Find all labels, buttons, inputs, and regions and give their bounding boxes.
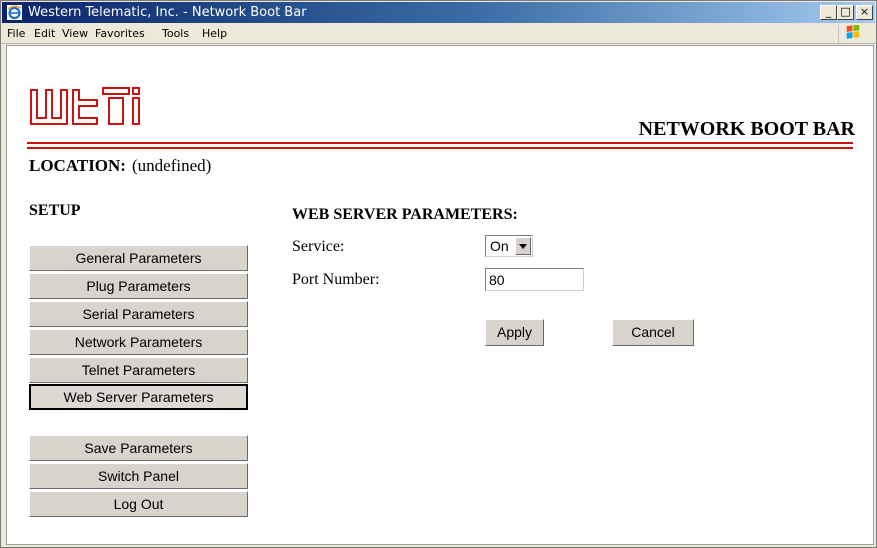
port-number-input[interactable] (485, 268, 584, 291)
header-divider (27, 142, 853, 144)
nav-plug-parameters[interactable]: Plug Parameters (29, 273, 248, 299)
port-number-label: Port Number: (292, 271, 380, 288)
switch-panel-button[interactable]: Switch Panel (29, 463, 248, 489)
service-select-value: On (490, 238, 509, 254)
windows-logo-icon (838, 25, 860, 43)
nav-network-parameters[interactable]: Network Parameters (29, 329, 248, 355)
nav-general-parameters[interactable]: General Parameters (29, 245, 248, 271)
close-button[interactable]: × (856, 5, 873, 20)
service-select[interactable]: On (485, 235, 533, 257)
menu-tools[interactable]: Tools (162, 27, 189, 40)
header-divider (27, 147, 853, 149)
nav-serial-parameters[interactable]: Serial Parameters (29, 301, 248, 327)
save-parameters-button[interactable]: Save Parameters (29, 435, 248, 461)
menu-favorites[interactable]: Favorites (95, 27, 145, 40)
menu-help[interactable]: Help (202, 27, 227, 40)
minimize-button[interactable]: _ (820, 5, 837, 20)
location-line: LOCATION: (undefined) (29, 156, 211, 176)
location-label: LOCATION: (29, 156, 126, 175)
service-label: Service: (292, 238, 345, 255)
menu-bar: File Edit View Favorites Tools Help (2, 23, 875, 44)
location-value: (undefined) (131, 156, 212, 175)
nav-telnet-parameters[interactable]: Telnet Parameters (29, 357, 248, 383)
setup-heading: SETUP (29, 202, 81, 219)
window-title: Western Telematic, Inc. - Network Boot B… (28, 5, 307, 20)
internet-explorer-icon (7, 5, 22, 20)
product-title: NETWORK BOOT BAR (638, 118, 855, 140)
nav-web-server-parameters[interactable]: Web Server Parameters (29, 384, 248, 410)
menu-file[interactable]: File (7, 27, 25, 40)
maximize-button[interactable]: □ (837, 5, 854, 20)
section-title: WEB SERVER PARAMETERS: (292, 206, 518, 223)
cancel-button[interactable]: Cancel (612, 319, 694, 346)
title-bar[interactable]: Western Telematic, Inc. - Network Boot B… (2, 2, 875, 23)
page-content: NETWORK BOOT BAR LOCATION: (undefined) SE… (6, 45, 874, 545)
apply-button[interactable]: Apply (485, 319, 544, 346)
browser-window: Western Telematic, Inc. - Network Boot B… (0, 0, 877, 548)
menu-view[interactable]: View (62, 27, 88, 40)
menu-edit[interactable]: Edit (34, 27, 55, 40)
chevron-down-icon[interactable] (515, 237, 531, 255)
log-out-button[interactable]: Log Out (29, 491, 248, 517)
wti-logo (30, 87, 140, 125)
